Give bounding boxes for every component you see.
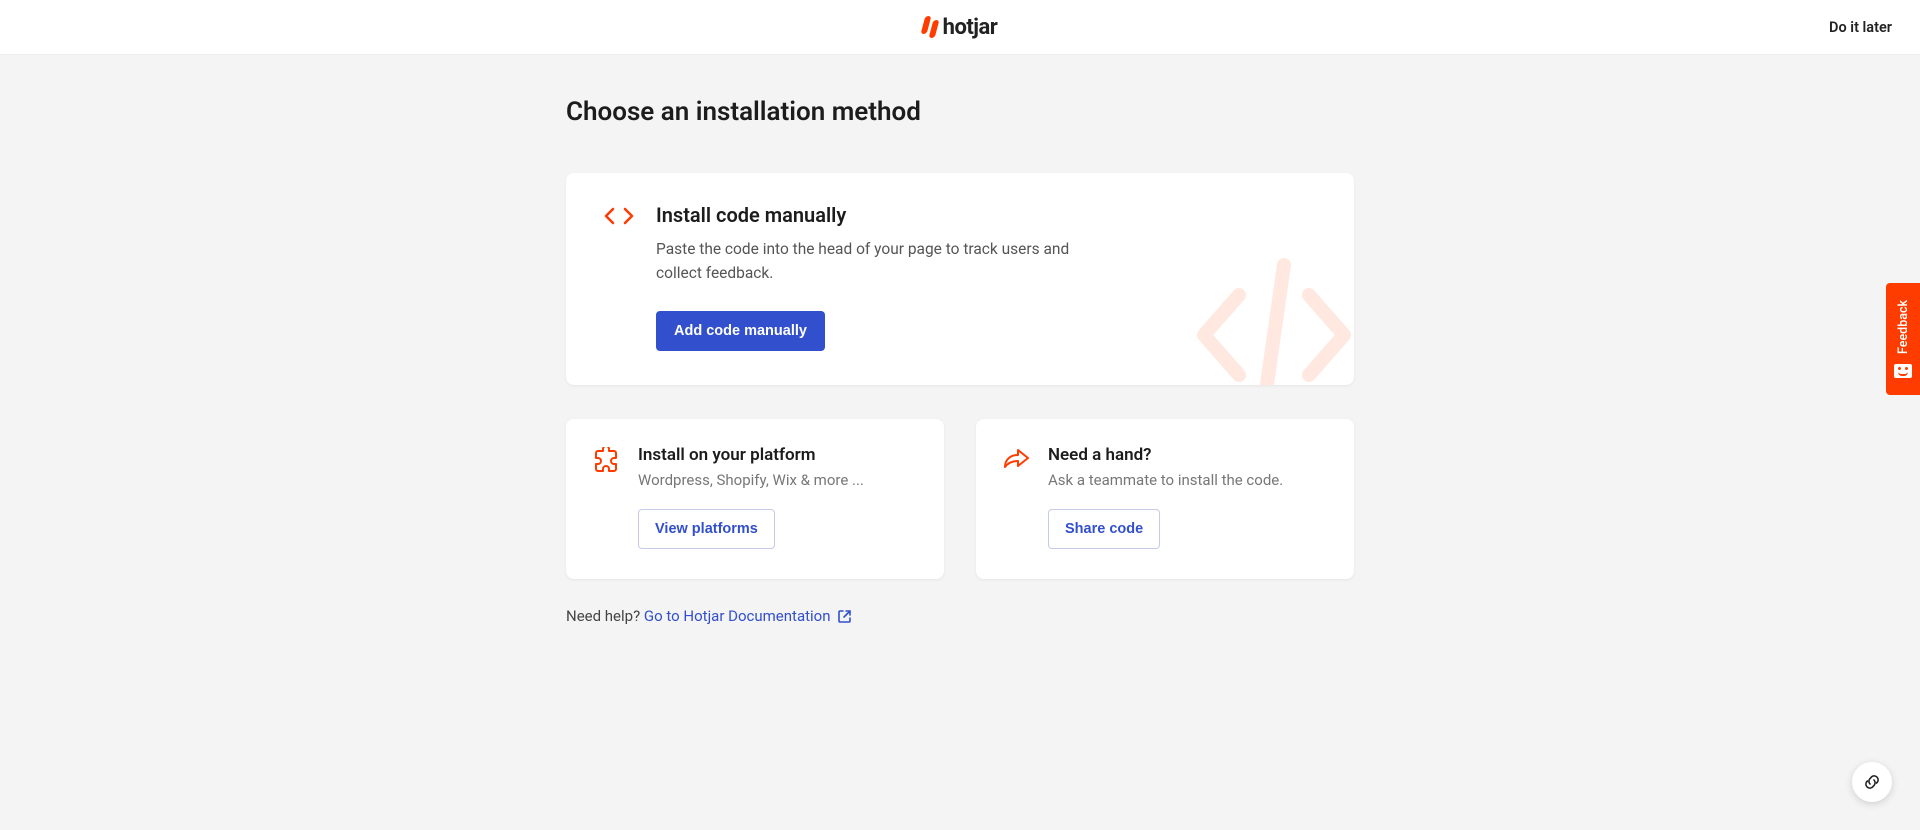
install-platform-description: Wordpress, Shopify, Wix & more ... xyxy=(638,471,918,489)
install-manually-card: Install code manually Paste the code int… xyxy=(566,173,1354,385)
hotjar-logo-icon xyxy=(923,16,937,38)
puzzle-icon xyxy=(592,445,620,549)
page-title: Choose an installation method xyxy=(566,97,1354,127)
feedback-tab[interactable]: Feedback xyxy=(1886,283,1920,395)
do-it-later-link[interactable]: Do it later xyxy=(1829,19,1892,36)
floating-link-button[interactable] xyxy=(1852,762,1892,802)
help-prefix: Need help? xyxy=(566,607,644,625)
add-code-manually-button[interactable]: Add code manually xyxy=(656,311,825,351)
smiley-icon xyxy=(1894,364,1912,378)
code-icon xyxy=(604,203,634,351)
external-link-icon xyxy=(837,609,852,624)
install-platform-title: Install on your platform xyxy=(638,445,918,465)
help-line: Need help? Go to Hotjar Documentation xyxy=(566,607,1354,625)
need-hand-card: Need a hand? Ask a teammate to install t… xyxy=(976,419,1354,579)
need-hand-title: Need a hand? xyxy=(1048,445,1328,465)
install-manually-title: Install code manually xyxy=(656,203,1316,227)
share-code-button[interactable]: Share code xyxy=(1048,509,1160,549)
documentation-link[interactable]: Go to Hotjar Documentation xyxy=(644,607,852,625)
logo: hotjar xyxy=(923,15,998,40)
logo-text: hotjar xyxy=(943,15,998,40)
link-icon xyxy=(1863,773,1881,791)
header: hotjar Do it later xyxy=(0,0,1920,55)
install-manually-description: Paste the code into the head of your pag… xyxy=(656,237,1096,285)
view-platforms-button[interactable]: View platforms xyxy=(638,509,775,549)
feedback-label: Feedback xyxy=(1896,300,1911,354)
secondary-cards-row: Install on your platform Wordpress, Shop… xyxy=(566,419,1354,579)
main-container: Choose an installation method Install co… xyxy=(566,97,1354,625)
install-platform-card: Install on your platform Wordpress, Shop… xyxy=(566,419,944,579)
share-arrow-icon xyxy=(1002,445,1030,549)
documentation-link-text: Go to Hotjar Documentation xyxy=(644,607,831,625)
need-hand-description: Ask a teammate to install the code. xyxy=(1048,471,1328,489)
